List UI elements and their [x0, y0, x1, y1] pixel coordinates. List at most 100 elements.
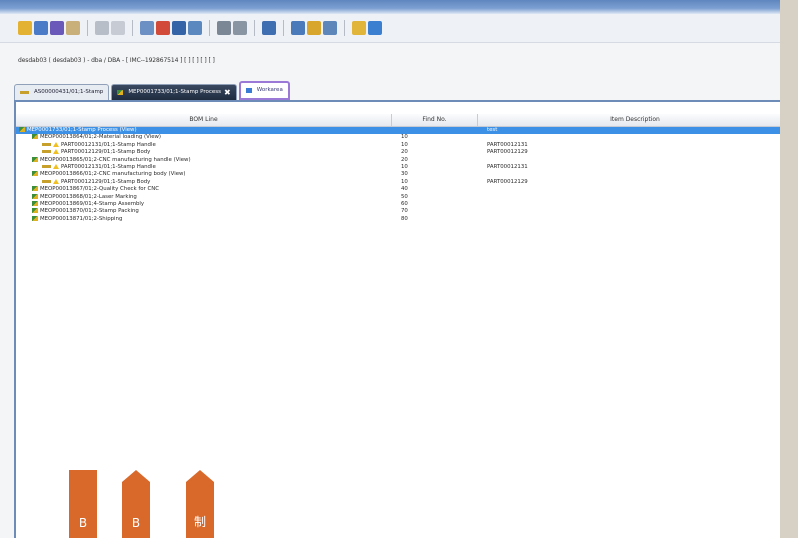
tab-stamp-assembly[interactable]: AS00000431/01;1-Stamp — [14, 84, 110, 100]
delete-icon[interactable] — [156, 21, 170, 35]
table-row[interactable]: MEOP00013869/01;4-Stamp Assembly 60 — [16, 200, 780, 208]
find-no-cell: 10 — [401, 163, 408, 170]
search-icon[interactable] — [217, 21, 231, 35]
bom-line-cell: PART00012129/01;1-Stamp Body — [16, 178, 417, 186]
view-icon[interactable] — [188, 21, 202, 35]
tab-label: MEP0001733/01;1-Stamp Process — [128, 89, 222, 95]
table-row[interactable]: PART00012129/01;1-Stamp Body 10 PART000121… — [16, 178, 780, 186]
table-row[interactable]: MEOP00013866/01;2-CNC manufacturing body… — [16, 171, 780, 178]
column-header-bom-line[interactable]: BOM Line — [16, 114, 392, 126]
new-icon[interactable] — [18, 21, 32, 35]
application-window: desdab03 ( desdab03 ) - dba / DBA - [ IM… — [0, 0, 780, 538]
structure-dropdown-icon[interactable] — [291, 21, 305, 35]
tab-label: Workarea — [256, 87, 283, 93]
context-path: desdab03 ( desdab03 ) - dba / DBA - [ IM… — [18, 57, 215, 64]
bom-line-cell: MEOP00013864/01;2-Material loading (View… — [16, 134, 407, 141]
table-row[interactable]: PART00012131/01;1-Stamp Handle 10 PART0001… — [16, 163, 780, 171]
part-icon — [53, 149, 59, 155]
occurrence-link-icon — [42, 179, 51, 183]
bom-line-cell: MEOP00013867/01;2-Quality Check for CNC — [16, 186, 407, 193]
column-header-find-no[interactable]: Find No. — [392, 114, 478, 126]
bom-line-cell: MEOP00013870/01;2-Stamp Packing — [16, 208, 407, 215]
toolbar — [0, 14, 780, 43]
bom-line-label: PART00012131/01;1-Stamp Handle — [61, 141, 156, 148]
item-description-cell: PART00012131 — [487, 163, 528, 170]
tab-stamp-process[interactable]: MEP0001733/01;1-Stamp Process ✖ — [111, 84, 237, 100]
ribbon-tab[interactable]: 制 — [186, 470, 214, 538]
editor-tabs: AS00000431/01;1-Stamp MEP0001733/01;1-St… — [14, 81, 292, 100]
bom-line-cell: PART00012131/01;1-Stamp Handle — [16, 163, 417, 171]
table-row[interactable]: PART00012129/01;1-Stamp Body 20 PART000121… — [16, 149, 780, 156]
toolbar-separator — [254, 20, 255, 36]
bom-line-cell: PART00012129/01;1-Stamp Body — [16, 149, 417, 156]
toolbar-separator — [283, 20, 284, 36]
part-icon — [53, 141, 59, 147]
occurrence-link-icon — [42, 142, 51, 146]
refresh-icon[interactable] — [368, 21, 382, 35]
find-no-cell: 10 — [401, 178, 408, 185]
assembly-icon — [20, 91, 29, 94]
find-no-cell: 50 — [401, 193, 408, 200]
operation-icon — [32, 134, 38, 140]
ribbon-tab[interactable]: B — [122, 470, 150, 538]
item-description-cell: PART00012129 — [487, 178, 528, 185]
open-icon[interactable] — [34, 21, 48, 35]
find-no-cell: 70 — [401, 208, 408, 215]
table-row[interactable]: PART00012131/01;1-Stamp Handle 10 PART0001… — [16, 141, 780, 149]
bom-line-label: MEOP00013866/01;2-CNC manufacturing body… — [40, 171, 186, 178]
revision-dropdown-icon[interactable] — [307, 21, 321, 35]
toolbar-separator — [344, 20, 345, 36]
bom-line-cell: MEP0001733/01;1-Stamp Process (View) — [16, 127, 394, 134]
operation-icon — [32, 215, 38, 221]
bom-line-label: MEOP00013864/01;2-Material loading (View… — [40, 134, 162, 141]
bom-table-frame: BOM Line Find No. Item Description MEP00… — [14, 100, 780, 538]
bom-tree: MEP0001733/01;1-Stamp Process (View) test… — [16, 127, 780, 223]
bom-line-cell: MEOP00013865/01;2-CNC manufacturing hand… — [16, 156, 407, 164]
find-no-cell: 40 — [401, 186, 408, 193]
toolbar-separator — [132, 20, 133, 36]
bom-line-label: PART00012129/01;1-Stamp Body — [61, 178, 151, 185]
table-row[interactable]: MEOP00013870/01;2-Stamp Packing 70 — [16, 208, 780, 215]
bom-line-cell: MEOP00013871/01;2-Shipping — [16, 215, 407, 223]
table-row[interactable]: MEOP00013865/01;2-CNC manufacturing hand… — [16, 156, 780, 164]
cut-icon[interactable] — [95, 21, 109, 35]
ribbon-tab[interactable]: B — [69, 470, 97, 538]
bom-line-label: PART00012131/01;1-Stamp Handle — [61, 163, 156, 170]
table-row[interactable]: MEP0001733/01;1-Stamp Process (View) test — [16, 127, 780, 135]
bom-line-label: MEOP00013871/01;2-Shipping — [40, 215, 123, 222]
window-icon[interactable] — [262, 21, 276, 35]
find-no-cell: 80 — [401, 215, 408, 222]
help-icon[interactable] — [352, 21, 366, 35]
table-row[interactable]: MEOP00013871/01;2-Shipping 80 — [16, 215, 780, 223]
table-row[interactable]: MEOP00013864/01;2-Material loading (View… — [16, 134, 780, 141]
bom-line-label: MEOP00013869/01;4-Stamp Assembly — [40, 200, 145, 207]
edit-icon[interactable] — [66, 21, 80, 35]
bom-line-label: MEP0001733/01;1-Stamp Process (View) — [27, 127, 137, 133]
options-dropdown-icon[interactable] — [323, 21, 337, 35]
properties-icon[interactable] — [172, 21, 186, 35]
operation-icon — [32, 171, 38, 177]
title-bar — [0, 0, 780, 14]
bom-line-label: MEOP00013867/01;2-Quality Check for CNC — [40, 186, 160, 193]
tab-workarea[interactable]: Workarea — [238, 81, 290, 100]
table-row[interactable]: MEOP00013867/01;2-Quality Check for CNC 4… — [16, 186, 780, 193]
paste-icon[interactable] — [140, 21, 154, 35]
save-icon[interactable] — [50, 21, 64, 35]
process-icon — [117, 90, 124, 95]
tab-label: AS00000431/01;1-Stamp — [34, 89, 104, 95]
copy-icon[interactable] — [111, 21, 125, 35]
bom-line-cell: MEOP00013869/01;4-Stamp Assembly — [16, 200, 407, 208]
item-description-cell: PART00012131 — [487, 141, 528, 148]
toolbar-separator — [87, 20, 88, 36]
table-row[interactable]: MEOP00013868/01;2-Laser Marking 50 — [16, 193, 780, 201]
filter-icon[interactable] — [233, 21, 247, 35]
find-no-cell: 30 — [401, 171, 408, 178]
find-no-cell: 20 — [401, 156, 408, 163]
operation-icon — [32, 156, 38, 162]
occurrence-link-icon — [42, 150, 51, 154]
close-icon[interactable]: ✖ — [224, 85, 231, 100]
column-header-item-description[interactable]: Item Description — [478, 114, 780, 126]
part-icon — [53, 163, 59, 169]
find-no-cell: 60 — [401, 200, 408, 207]
workarea-icon — [245, 88, 252, 93]
